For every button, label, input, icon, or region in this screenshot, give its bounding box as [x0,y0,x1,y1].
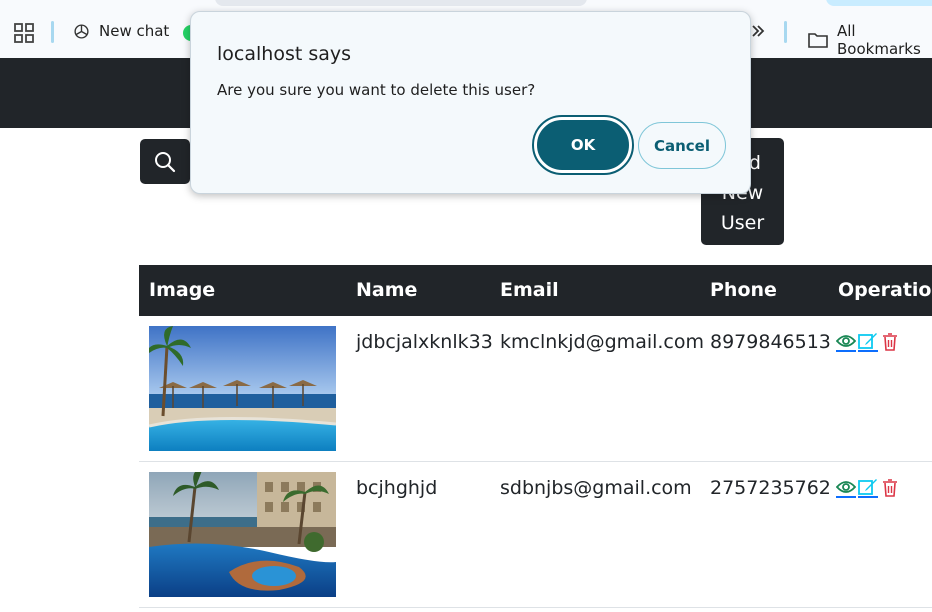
user-name: bcjhghjd [356,477,438,499]
edit-icon[interactable] [858,478,878,498]
profile-pill[interactable] [826,0,932,6]
bookmark-new-chat[interactable]: New chat [73,22,169,40]
column-header-email: Email [500,279,559,301]
trash-icon[interactable] [882,332,898,352]
row-operations [836,332,898,352]
bookmark-label: All Bookmarks [837,22,921,58]
folder-icon [808,32,828,48]
user-image [149,326,336,451]
openai-icon [73,23,90,40]
column-header-operations: Operations [838,279,932,301]
user-image [149,472,336,597]
user-email: kmclnkjd@gmail.com [500,331,705,353]
eye-icon[interactable] [836,332,856,352]
user-phone: 2757235762 [710,477,831,499]
address-bar[interactable] [215,0,587,6]
user-email: sdbnjbs@gmail.com [500,477,692,499]
confirm-dialog: localhost says Are you sure you want to … [190,11,751,194]
dialog-title: localhost says [217,43,352,65]
column-header-image: Image [149,279,216,301]
table-row: jdbcjalxknlk33 kmclnkjd@gmail.com 897984… [139,316,932,462]
eye-icon[interactable] [836,478,856,498]
user-phone: 8979846513 [710,331,831,353]
table-row: bcjhghjd sdbnjbs@gmail.com 2757235762 [139,462,932,608]
bookmark-separator [51,21,54,43]
bookmark-all-bookmarks[interactable]: All Bookmarks [808,22,932,58]
users-table: Image Name Email Phone Operations [139,265,932,608]
trash-icon[interactable] [882,478,898,498]
table-header: Image Name Email Phone Operations [139,265,932,316]
column-header-name: Name [356,279,418,301]
user-name: jdbcjalxknlk33 [356,331,493,353]
bookmark-label: New chat [99,22,170,40]
search-icon [154,151,176,173]
bookmark-separator [784,21,787,43]
search-button[interactable] [140,139,190,184]
double-chevron-right-icon[interactable] [751,24,765,38]
cancel-button[interactable]: Cancel [638,122,726,169]
row-operations [836,478,898,498]
ok-button[interactable]: OK [532,115,634,175]
edit-icon[interactable] [858,332,878,352]
column-header-phone: Phone [710,279,777,301]
dialog-message: Are you sure you want to delete this use… [217,81,536,99]
apps-grid-icon[interactable] [14,23,34,43]
